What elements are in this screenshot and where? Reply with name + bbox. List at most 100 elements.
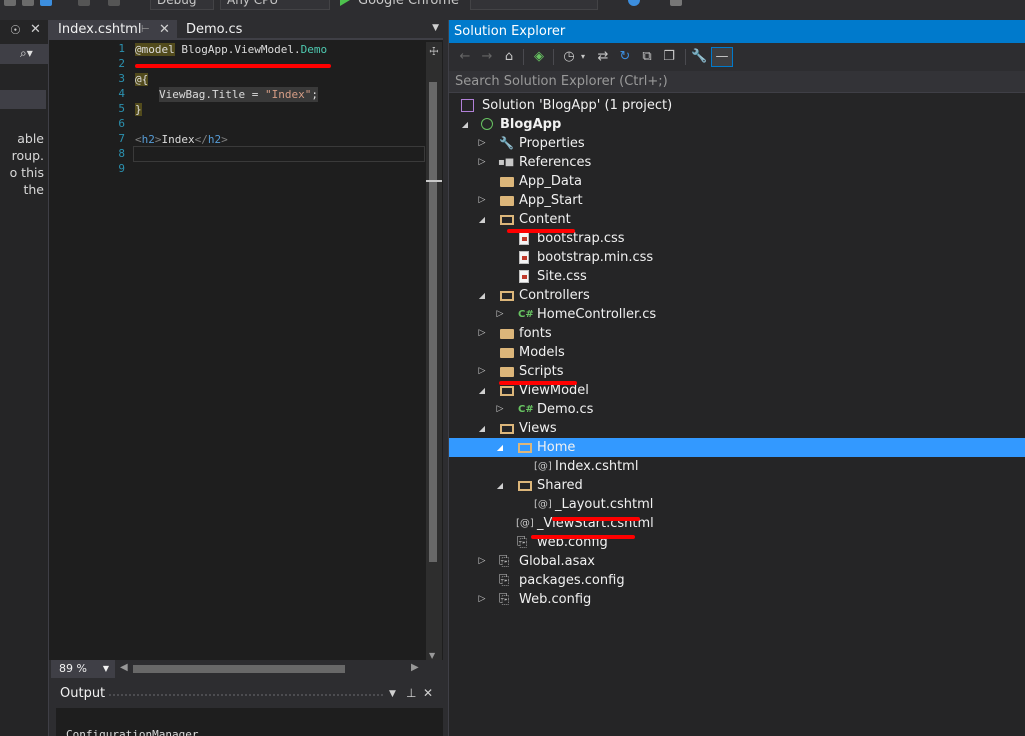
code-line: } xyxy=(135,102,142,117)
tree-item-web-config[interactable]: ▷ ⎘ Web.config xyxy=(449,590,1025,609)
dropdown-icon[interactable]: ▼ xyxy=(389,689,396,699)
collapse-all-icon[interactable]: ⧉ xyxy=(639,49,655,65)
sync-icon[interactable]: ⇄ xyxy=(595,49,611,65)
output-text-area[interactable]: ConfigurationManager. xyxy=(56,708,443,736)
tree-item-site-css[interactable]: Site.css xyxy=(449,267,1025,286)
tree-item-views[interactable]: ◢ Views xyxy=(449,419,1025,438)
tree-item-app-start[interactable]: ▷ App_Start xyxy=(449,191,1025,210)
toolbar-overflow-icon[interactable] xyxy=(670,0,682,6)
redo-icon[interactable] xyxy=(108,0,120,6)
tab-list-dropdown-icon[interactable]: ▼ xyxy=(432,23,439,33)
pin-tab-icon[interactable]: ⊢ xyxy=(141,20,150,40)
platform-select[interactable]: Any CPU xyxy=(220,0,330,10)
expanded-arrow-icon[interactable]: ◢ xyxy=(459,115,471,134)
expanded-arrow-icon[interactable]: ◢ xyxy=(476,210,488,229)
switch-views-icon[interactable]: ◈ xyxy=(531,49,547,65)
collapsed-arrow-icon[interactable]: ▷ xyxy=(476,191,488,210)
left-panel-text: able roup. o this the xyxy=(10,130,44,198)
tree-item-layout-cshtml[interactable]: [@] _Layout.cshtml xyxy=(449,495,1025,514)
expanded-arrow-icon[interactable]: ◢ xyxy=(494,438,506,457)
scrollbar-thumb[interactable] xyxy=(429,82,437,562)
tree-item-viewstart-cshtml[interactable]: [@] _ViewStart.cshtml xyxy=(449,514,1025,533)
horizontal-scrollbar-thumb[interactable] xyxy=(133,665,345,673)
tree-item-content[interactable]: ◢ Content xyxy=(449,210,1025,229)
tree-item-homecontroller-cs[interactable]: ▷ C# HomeController.cs xyxy=(449,305,1025,324)
tab-index-cshtml[interactable]: Index.cshtml ⊢ ✕ xyxy=(49,20,177,40)
editor-footer: 89 % ▼ ◀ ▶ xyxy=(49,660,443,678)
tree-item-controllers[interactable]: ◢ Controllers xyxy=(449,286,1025,305)
tree-item-shared[interactable]: ◢ Shared xyxy=(449,476,1025,495)
collapsed-arrow-icon[interactable]: ▷ xyxy=(494,305,506,324)
tree-item-project[interactable]: ◢ BlogApp xyxy=(449,115,1025,134)
zoom-select[interactable]: 89 % ▼ xyxy=(51,660,115,678)
close-icon[interactable]: ✕ xyxy=(30,22,41,37)
chevron-down-icon[interactable]: ▾ xyxy=(575,49,591,65)
tree-item-index-cshtml[interactable]: [@] Index.cshtml xyxy=(449,457,1025,476)
properties-wrench-icon[interactable]: 🔧 xyxy=(691,49,707,65)
forward-icon[interactable]: → xyxy=(479,49,495,65)
expanded-arrow-icon[interactable]: ◢ xyxy=(494,476,506,495)
solution-search-input[interactable]: Search Solution Explorer (Ctrl+;) xyxy=(449,71,1025,93)
tree-item-global-asax[interactable]: ▷ ⎘ Global.asax xyxy=(449,552,1025,571)
tree-item-home[interactable]: ◢ Home xyxy=(449,438,1025,457)
scroll-down-icon[interactable]: ▼ xyxy=(429,651,435,660)
tree-item-demo-cs[interactable]: ▷ C# Demo.cs xyxy=(449,400,1025,419)
solution-explorer-toolbar: ← → ⌂ ◈ ◷ ▾ ⇄ ↻ ⧉ ❐ 🔧 — xyxy=(449,43,1025,71)
close-tab-icon[interactable]: ✕ xyxy=(159,20,170,40)
tab-demo-cs[interactable]: Demo.cs xyxy=(177,20,267,40)
collapsed-arrow-icon[interactable]: ▷ xyxy=(476,134,488,153)
scroll-left-icon[interactable]: ◀ xyxy=(120,662,128,673)
tree-item-packages-config[interactable]: ⎘ packages.config xyxy=(449,571,1025,590)
left-panel-selected-row[interactable] xyxy=(0,90,46,109)
expanded-arrow-icon[interactable]: ◢ xyxy=(476,381,488,400)
preview-selected-items-icon[interactable]: — xyxy=(711,47,733,67)
save-all-icon[interactable] xyxy=(40,0,52,6)
close-icon[interactable]: ✕ xyxy=(423,686,433,700)
line-number: 3 xyxy=(118,72,125,85)
tree-item-scripts[interactable]: ▷ Scripts xyxy=(449,362,1025,381)
vertical-scrollbar[interactable]: ☩ ▼ xyxy=(426,42,442,662)
back-icon[interactable]: ← xyxy=(457,49,473,65)
scroll-right-icon[interactable]: ▶ xyxy=(411,662,419,673)
left-panel-search[interactable]: ⌕▾ xyxy=(0,44,48,64)
wrench-icon: 🔧 xyxy=(499,136,514,150)
collapsed-arrow-icon[interactable]: ▷ xyxy=(476,362,488,381)
collapsed-arrow-icon[interactable]: ▷ xyxy=(476,590,488,609)
tree-item-app-data[interactable]: App_Data xyxy=(449,172,1025,191)
collapsed-arrow-icon[interactable]: ▷ xyxy=(476,552,488,571)
expanded-arrow-icon[interactable]: ◢ xyxy=(476,286,488,305)
expanded-arrow-icon[interactable]: ◢ xyxy=(476,419,488,438)
tree-item-label: Web.config xyxy=(519,592,592,607)
collapsed-arrow-icon[interactable]: ▷ xyxy=(476,153,488,172)
tree-item-solution[interactable]: Solution 'BlogApp' (1 project) xyxy=(449,96,1025,115)
undo-icon[interactable] xyxy=(78,0,90,6)
tree-item-bootstrap-min-css[interactable]: bootstrap.min.css xyxy=(449,248,1025,267)
toolbar-search-combo[interactable] xyxy=(470,0,598,10)
tree-item-properties[interactable]: ▷ 🔧 Properties xyxy=(449,134,1025,153)
collapsed-arrow-icon[interactable]: ▷ xyxy=(476,324,488,343)
split-editor-icon[interactable]: ☩ xyxy=(429,45,439,58)
code-namespace: BlogApp.ViewModel. xyxy=(181,43,301,56)
save-icon[interactable] xyxy=(22,0,34,6)
home-icon[interactable]: ⌂ xyxy=(501,49,517,65)
code-area[interactable]: @model BlogApp.ViewModel.Demo @{ ViewBag… xyxy=(135,42,425,662)
tree-item-label: packages.config xyxy=(519,573,625,588)
configuration-select[interactable]: Debug xyxy=(150,0,214,10)
refresh-icon[interactable] xyxy=(628,0,640,6)
pin-icon[interactable]: ⊥ xyxy=(406,686,416,700)
show-all-files-icon[interactable]: ❐ xyxy=(661,49,677,65)
refresh-icon[interactable]: ↻ xyxy=(617,49,633,65)
pin-icon[interactable]: ☉ xyxy=(10,23,21,37)
toolbar-icon[interactable] xyxy=(4,0,16,6)
line-number: 9 xyxy=(118,162,125,175)
tree-item-references[interactable]: ▷ ▪■ References xyxy=(449,153,1025,172)
tree-item-models[interactable]: Models xyxy=(449,343,1025,362)
panel-grip[interactable] xyxy=(108,693,383,698)
run-target-label[interactable]: Google Chrome xyxy=(358,0,459,8)
start-debug-icon[interactable] xyxy=(340,0,350,6)
tab-label: Demo.cs xyxy=(186,22,243,37)
folder-icon xyxy=(500,196,514,206)
tree-item-fonts[interactable]: ▷ fonts xyxy=(449,324,1025,343)
collapsed-arrow-icon[interactable]: ▷ xyxy=(494,400,506,419)
editor-margin xyxy=(49,42,71,662)
